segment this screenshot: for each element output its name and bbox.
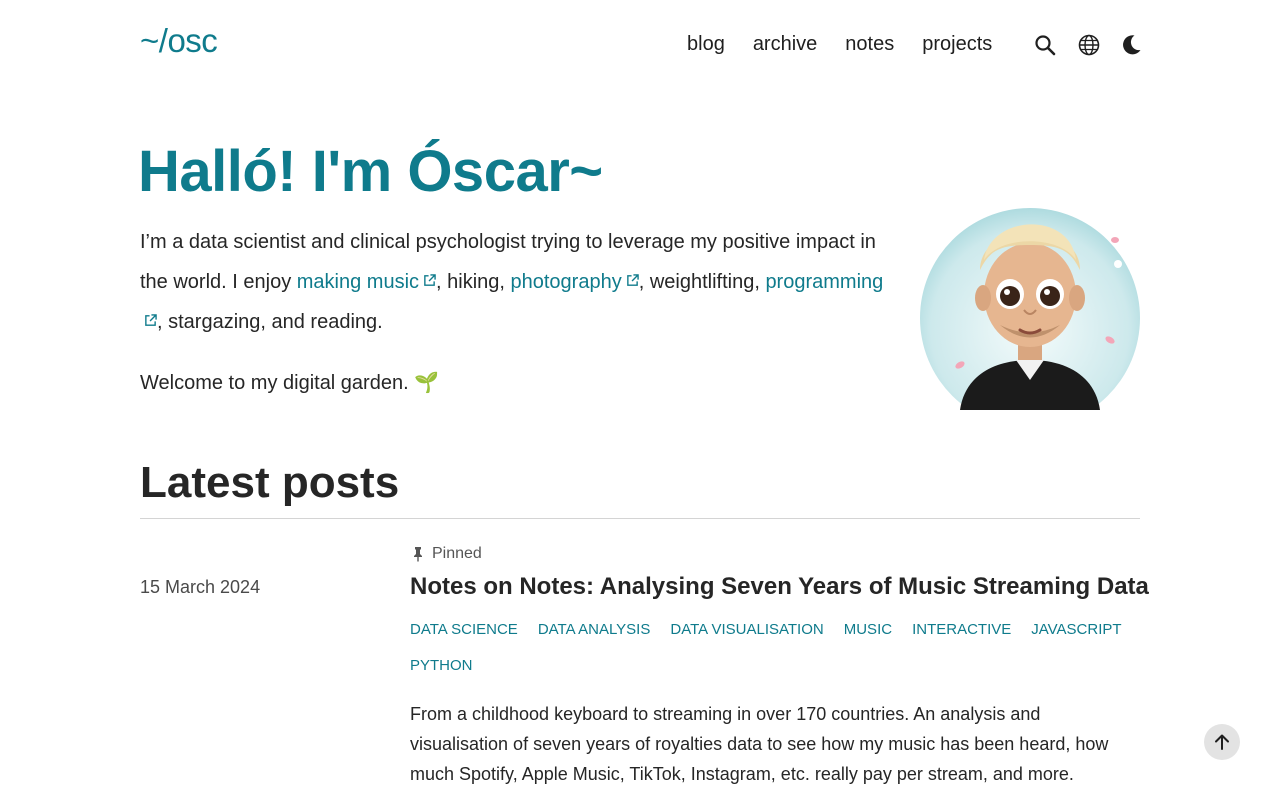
tag-interactive[interactable]: Interactive	[912, 612, 1011, 648]
external-link-icon	[424, 274, 436, 286]
moon-icon[interactable]	[1119, 33, 1143, 57]
search-icon[interactable]	[1033, 33, 1057, 57]
main-nav: blog archive notes projects	[687, 33, 992, 56]
external-link-icon	[145, 314, 157, 326]
intro-separator: , weightlifting,	[638, 271, 766, 293]
post-title[interactable]: Notes on Notes: Analysing Seven Years of…	[410, 573, 1149, 601]
post-excerpt: From a childhood keyboard to streaming i…	[410, 704, 1109, 784]
tag-javascript[interactable]: JavaScript	[1031, 612, 1121, 648]
tag-python[interactable]: Python	[410, 648, 473, 684]
tag-data-visualisation[interactable]: Data visualisation	[670, 612, 823, 648]
welcome-line: Welcome to my digital garden. 🌱	[140, 370, 439, 395]
globe-icon[interactable]	[1077, 33, 1101, 57]
intro-paragraph: I’m a data scientist and clinical psycho…	[140, 222, 900, 342]
post-tags: Data science Data analysis Data visualis…	[410, 612, 1140, 684]
pin-icon	[414, 547, 422, 562]
nav-archive[interactable]: archive	[753, 33, 817, 56]
section-divider	[140, 518, 1140, 519]
seedling-icon: 🌱	[414, 372, 440, 394]
latest-posts-heading: Latest posts	[140, 458, 400, 507]
nav-blog[interactable]: blog	[687, 33, 725, 56]
intro-text-end: , stargazing, and reading.	[157, 311, 383, 333]
external-link-icon	[626, 274, 639, 286]
post-date: 15 March 2024	[140, 577, 261, 597]
intro-separator: , hiking,	[436, 271, 511, 293]
back-to-top-button[interactable]	[1204, 724, 1240, 760]
tag-music[interactable]: Music	[844, 612, 892, 648]
tag-data-science[interactable]: Data science	[410, 612, 518, 648]
link-photography[interactable]: photography	[511, 271, 639, 293]
arrow-up-icon	[1215, 734, 1229, 750]
nav-projects[interactable]: projects	[922, 33, 992, 56]
link-making-music[interactable]: making music	[297, 271, 436, 293]
site-logo[interactable]: ~/osc	[140, 22, 218, 60]
pinned-label: Pinned	[432, 545, 482, 562]
hero-title: Halló! I'm Óscar~	[138, 139, 603, 204]
welcome-text: Welcome to my digital garden.	[140, 372, 409, 394]
tag-data-analysis[interactable]: Data analysis	[538, 612, 651, 648]
pinned-badge: Pinned	[410, 545, 482, 563]
nav-notes[interactable]: notes	[845, 33, 894, 56]
avatar	[920, 208, 1140, 410]
